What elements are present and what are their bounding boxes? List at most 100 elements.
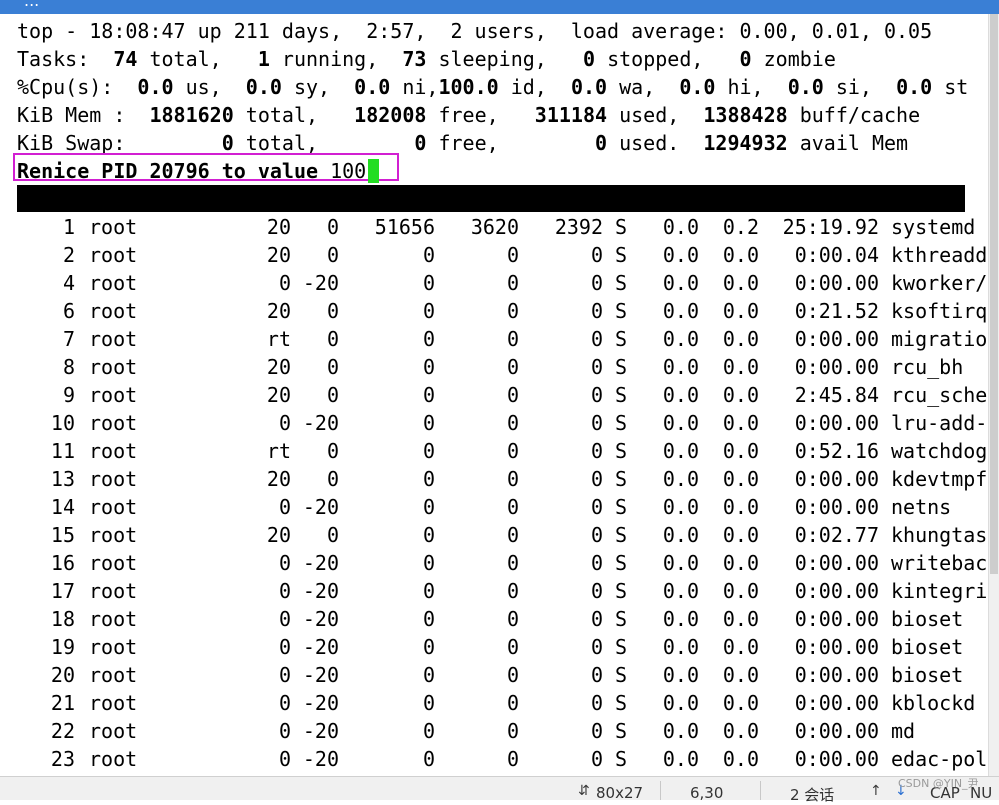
cell-state: S <box>615 495 628 519</box>
table-row[interactable]: 21 root 0 -20 0 0 0 S 0.0 0.0 0:00.00 kblockd <box>17 689 975 717</box>
summary-segment: 1388428 <box>703 103 788 127</box>
cell-shr: 0 <box>590 523 603 547</box>
cell-cpu: 0.0 <box>662 523 699 547</box>
tab-title[interactable]: ... <box>24 0 39 10</box>
cell-ni: -20 <box>302 411 339 435</box>
cell-shr: 0 <box>590 299 603 323</box>
cell-shr: 0 <box>590 271 603 295</box>
cpu-line: %Cpu(s): 0.0 us, 0.0 sy, 0.0 ni,100.0 id… <box>17 73 968 101</box>
table-row[interactable]: 17root0-20000S0.00.00:00.00kintegrityd <box>17 577 988 605</box>
table-row[interactable]: 9root200000S0.00.02:45.84rcu_sched <box>17 381 988 409</box>
summary-segment: running, <box>269 47 403 71</box>
cell-pr: 20 <box>266 383 291 407</box>
table-row[interactable]: 1 root 20 0 51656 3620 2392 S 0.0 0.2 25:19.92 syst… <box>17 213 975 241</box>
cell-virt: 0 <box>422 355 435 379</box>
cell-state: S <box>615 243 628 267</box>
cell-user: root <box>89 635 138 659</box>
table-row[interactable]: 4root0-20000S0.00.00:00.00kworker/0:0H <box>17 269 988 297</box>
cell-mem: 0.0 <box>722 635 759 659</box>
summary-segment: avail Mem <box>787 131 909 155</box>
table-row[interactable]: 18 root 0 -20 0 0 0 S 0.0 0.0 0:00.00 bioset <box>17 605 967 633</box>
cell-user: root <box>89 523 138 547</box>
cell-user: root <box>89 411 138 435</box>
cell-virt: 0 <box>422 327 435 351</box>
cell-command: rcu_bh <box>891 355 964 379</box>
cell-pr: 20 <box>266 215 291 239</box>
cell-shr: 0 <box>590 719 603 743</box>
cell-pr: 0 <box>278 635 291 659</box>
cell-time: 0:21.52 <box>794 299 879 323</box>
window-tab-bar[interactable]: ... <box>0 0 999 14</box>
table-row[interactable]: 13root200000S0.00.00:00.00kdevtmpfs <box>17 465 988 493</box>
summary-segment: 73 <box>402 47 427 71</box>
summary-segment: KiB Swap: <box>17 131 222 155</box>
table-row[interactable]: 19 root 0 -20 0 0 0 S 0.0 0.0 0:00.00 bioset <box>17 633 967 661</box>
table-row[interactable]: 20 root 0 -20 0 0 0 S 0.0 0.0 0:00.00 bioset <box>17 661 967 689</box>
arrow-up-icon[interactable]: ↑ <box>870 783 882 799</box>
resize-arrows-icon: ⇵ <box>578 783 590 799</box>
summary-segment: 0.0 <box>354 75 391 99</box>
cell-pid: 16 <box>50 551 75 575</box>
cell-ni: -20 <box>302 271 339 295</box>
cell-virt: 0 <box>422 383 435 407</box>
scrollbar-thumb[interactable] <box>990 14 998 574</box>
cell-command: bioset <box>891 607 964 631</box>
cell-res: 0 <box>506 271 519 295</box>
renice-prompt-value[interactable]: 100 <box>330 159 366 183</box>
cell-time: 0:00.00 <box>794 551 879 575</box>
cell-res: 0 <box>506 327 519 351</box>
table-row[interactable]: 11rootrt0000S0.00.00:52.16watchdog/0 <box>17 437 988 465</box>
cell-shr: 0 <box>590 691 603 715</box>
table-row[interactable]: 10root0-20000S0.00.00:00.00lru-add-dra+ <box>17 409 988 437</box>
table-row[interactable]: 7rootrt0000S0.00.00:00.00migration/0 <box>17 325 988 353</box>
cell-pr: 0 <box>278 495 291 519</box>
cell-pid: 9 <box>62 383 75 407</box>
cell-cpu: 0.0 <box>662 719 699 743</box>
cell-command: rcu_sched <box>891 383 988 407</box>
cell-user: root <box>89 215 138 239</box>
cell-pid: 18 <box>50 607 75 631</box>
table-row[interactable]: 6root200000S0.00.00:21.52ksoftirqd/0 <box>17 297 988 325</box>
summary-segment: 1881620 <box>149 103 234 127</box>
cell-state: S <box>615 663 628 687</box>
table-row[interactable]: 16root0-20000S0.00.00:00.00writeback <box>17 549 988 577</box>
table-row[interactable]: 8 root 20 0 0 0 0 S 0.0 0.0 0:00.00 rcu_bh <box>17 353 967 381</box>
table-row[interactable]: 2 root 20 0 0 0 0 S 0.0 0.0 0:00.04 kthreadd <box>17 241 987 269</box>
cell-pr: 0 <box>278 747 291 771</box>
cell-user: root <box>89 271 138 295</box>
cell-res: 0 <box>506 523 519 547</box>
cell-ni: 0 <box>326 523 339 547</box>
summary-segment: wa, <box>607 75 680 99</box>
vertical-scrollbar[interactable] <box>988 14 999 776</box>
summary-segment: 0 <box>221 131 234 155</box>
cell-pid: 11 <box>50 439 75 463</box>
renice-prompt[interactable]: Renice PID 20796 to value 100 <box>17 157 380 185</box>
table-row[interactable]: 14 root 0 -20 0 0 0 S 0.0 0.0 0:00.00 netns <box>17 493 967 521</box>
table-row[interactable]: 23root0-20000S0.00.00:00.00edac-poller <box>17 745 988 773</box>
cell-res: 0 <box>506 551 519 575</box>
cell-ni: -20 <box>302 719 339 743</box>
summary-segment: ni, <box>390 75 439 99</box>
cell-state: S <box>615 271 628 295</box>
cell-ni: -20 <box>302 635 339 659</box>
cell-mem: 0.0 <box>722 691 759 715</box>
terminal-screen[interactable]: top - 18:08:47 up 211 days, 2:57, 2 user… <box>0 14 988 776</box>
cell-time: 2:45.84 <box>794 383 879 407</box>
cell-user: root <box>89 747 138 771</box>
summary-segment: 0.0 <box>570 75 608 99</box>
cell-cpu: 0.0 <box>662 271 699 295</box>
cell-shr: 0 <box>590 635 603 659</box>
cell-state: S <box>615 383 628 407</box>
cell-shr: 0 <box>590 383 603 407</box>
cell-virt: 0 <box>422 551 435 575</box>
table-row[interactable]: 15root200000S0.00.00:02.77khungtaskd <box>17 521 988 549</box>
cell-mem: 0.0 <box>722 467 759 491</box>
session-count: 2 会话 <box>790 786 835 804</box>
text-cursor <box>368 158 380 183</box>
cell-state: S <box>615 691 628 715</box>
cell-time: 25:19.92 <box>782 215 879 239</box>
summary-segment: stopped, <box>595 47 740 71</box>
table-row[interactable]: 22 root 0 -20 0 0 0 S 0.0 0.0 0:00.00 md <box>17 717 967 745</box>
cell-user: root <box>89 299 138 323</box>
cell-pid: 14 <box>50 495 75 519</box>
